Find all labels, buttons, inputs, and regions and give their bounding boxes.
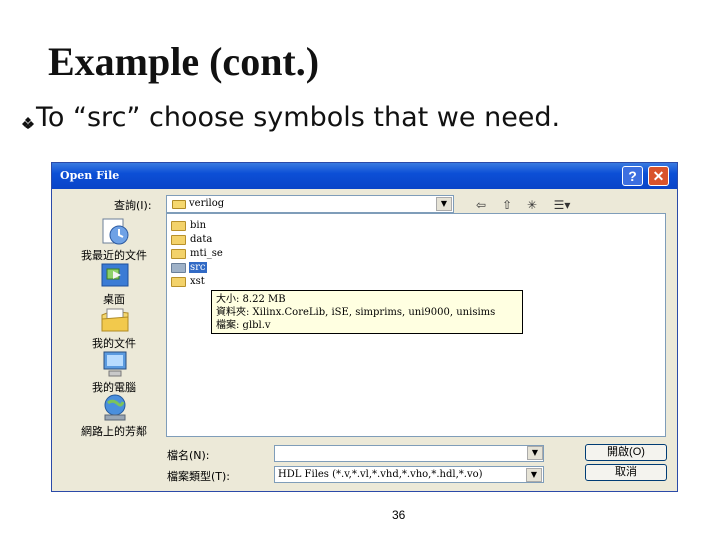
look-in-dropdown[interactable]: verilog ▼ [166, 195, 454, 213]
bullet-icon [22, 117, 34, 129]
network-icon [104, 394, 126, 421]
page-number: 36 [392, 508, 406, 522]
desktop-icon [101, 263, 129, 287]
filename-dropdown[interactable]: ▼ [526, 445, 544, 462]
filetype-value: HDL Files (*.v,*.vl,*.vhd,*.vho,*.hdl,*.… [278, 469, 483, 480]
look-in-label: 查詢(I): [114, 199, 152, 212]
filetype-dropdown[interactable]: HDL Files (*.v,*.vl,*.vhd,*.vho,*.hdl,*.… [274, 466, 544, 483]
slide-title: Example (cont.) [48, 39, 320, 84]
filename-input[interactable] [274, 445, 544, 462]
documents-icon [101, 308, 129, 332]
item-name: data [190, 234, 213, 245]
item-name: bin [190, 220, 207, 231]
folder-icon [171, 249, 186, 259]
item-name: src [189, 262, 207, 273]
tooltip-size: 大小: 8.22 MB [216, 294, 286, 305]
tooltip-folders: 資料夾: Xilinx.CoreLib, iSE, simprims, uni9… [216, 307, 496, 318]
recent-icon [102, 218, 129, 245]
folder-icon [171, 221, 186, 231]
item-name: mti_se [190, 248, 223, 259]
chevron-down-icon[interactable]: ▼ [436, 197, 452, 211]
folder-icon [171, 263, 186, 273]
filename-label: 檔名(N): [167, 449, 210, 462]
back-icon[interactable]: ⇦ [472, 196, 490, 214]
bullet-text: To “src” choose symbols that we need. [36, 102, 561, 133]
item-name: xst [190, 276, 205, 287]
new-folder-icon[interactable]: ✳ [522, 196, 542, 214]
open-file-dialog: Open File ? ✕ 查詢(I): verilog ▼ ⇦ ⇧ ✳ ☰▾ … [51, 162, 678, 492]
chevron-down-icon[interactable]: ▼ [526, 468, 542, 482]
folder-icon [172, 200, 186, 209]
folder-icon [171, 235, 186, 245]
help-button[interactable]: ? [622, 166, 643, 186]
look-in-value: verilog [189, 198, 225, 209]
cancel-button[interactable]: 取消 [585, 464, 667, 481]
chevron-down-icon[interactable]: ▼ [527, 446, 543, 460]
filetype-label: 檔案類型(T): [167, 470, 231, 483]
folder-tooltip: 大小: 8.22 MB 資料夾: Xilinx.CoreLib, iSE, si… [211, 290, 523, 334]
folder-icon [171, 277, 186, 287]
up-folder-icon[interactable]: ⇧ [498, 196, 516, 214]
file-list[interactable]: bin data mti_se src xst 大小: 8.22 MB 資料夾:… [166, 213, 666, 437]
dialog-title: Open File [60, 169, 120, 182]
view-menu-icon[interactable]: ☰▾ [548, 196, 576, 214]
computer-icon [103, 351, 127, 377]
dialog-titlebar[interactable]: Open File ? ✕ [52, 163, 677, 189]
tooltip-files: 檔案: glbl.v [216, 320, 271, 331]
place-label: 網路上的芳鄰 [81, 426, 147, 438]
open-button[interactable]: 開啟(O) [585, 444, 667, 461]
close-button[interactable]: ✕ [648, 166, 669, 186]
